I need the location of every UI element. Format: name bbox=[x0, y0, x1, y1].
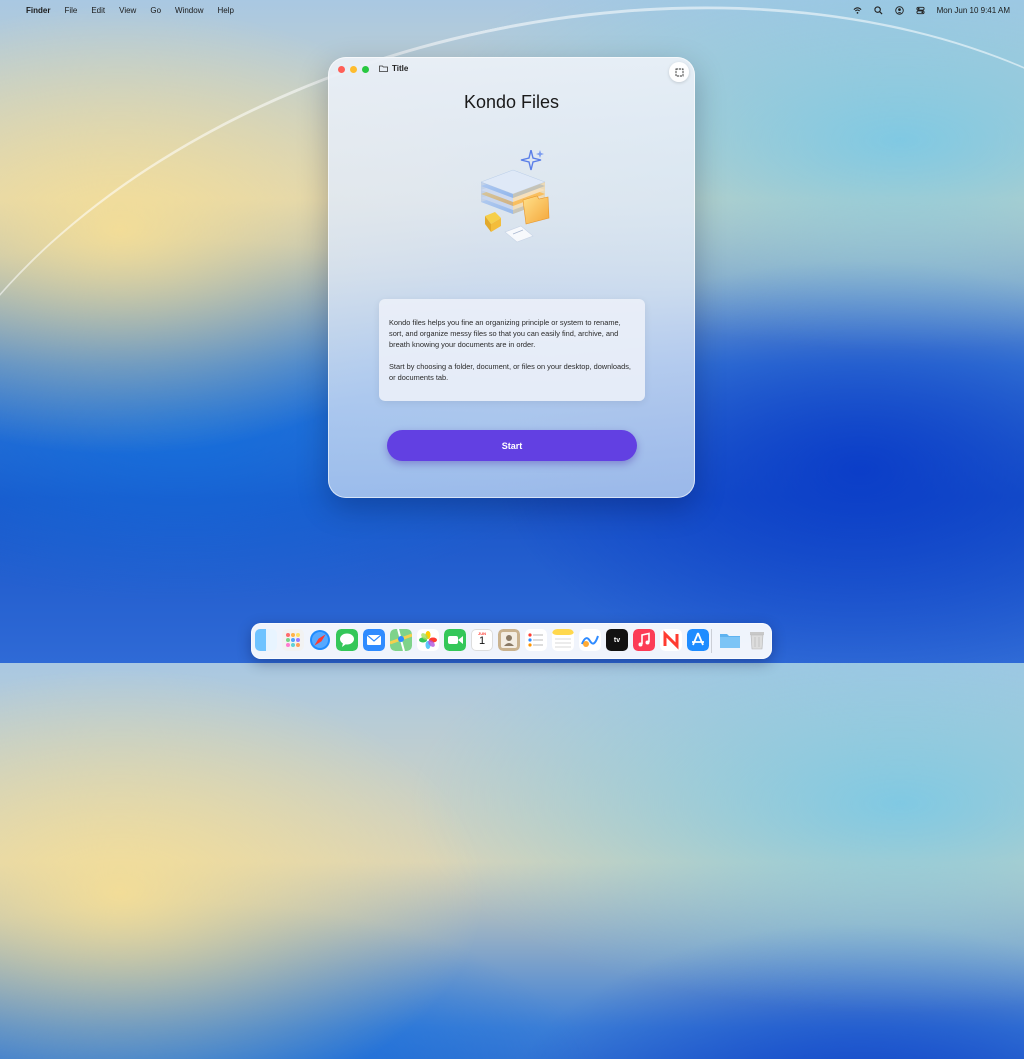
description-paragraph-2: Start by choosing a folder, document, or… bbox=[389, 362, 631, 382]
dock-app-store-icon[interactable] bbox=[687, 629, 709, 651]
dock-messages-icon[interactable] bbox=[336, 629, 358, 651]
dock-launchpad-icon[interactable] bbox=[282, 629, 304, 651]
description-card: Kondo files helps you fine an organizing… bbox=[379, 299, 645, 401]
window-controls bbox=[338, 66, 369, 73]
folder-icon bbox=[379, 65, 388, 72]
dock-safari-icon[interactable] bbox=[309, 629, 331, 651]
menu-edit[interactable]: Edit bbox=[91, 6, 105, 15]
menubar-datetime[interactable]: Mon Jun 10 9:41 AM bbox=[937, 6, 1010, 15]
dock-contacts-icon[interactable] bbox=[498, 629, 520, 651]
dock-notes-icon[interactable] bbox=[552, 629, 574, 651]
start-button[interactable]: Start bbox=[387, 430, 637, 461]
kondo-files-window: Title Kondo Files Kondo files helps you … bbox=[328, 57, 695, 498]
dock-news-icon[interactable] bbox=[660, 629, 682, 651]
menu-go[interactable]: Go bbox=[150, 6, 161, 15]
close-button[interactable] bbox=[338, 66, 345, 73]
menu-window[interactable]: Window bbox=[175, 6, 203, 15]
menu-file[interactable]: File bbox=[64, 6, 77, 15]
menu-help[interactable]: Help bbox=[217, 6, 233, 15]
dock-facetime-icon[interactable] bbox=[444, 629, 466, 651]
user-icon[interactable] bbox=[894, 6, 904, 15]
files-stack-illustration bbox=[480, 150, 550, 243]
tv-label: tv bbox=[613, 636, 621, 644]
calendar-day-label: 1 bbox=[478, 635, 486, 647]
dock-trash-icon[interactable] bbox=[746, 629, 768, 651]
spotlight-icon[interactable] bbox=[873, 6, 883, 15]
fullscreen-button[interactable] bbox=[669, 62, 689, 82]
window-title-text: Title bbox=[392, 64, 409, 73]
zoom-button[interactable] bbox=[362, 66, 369, 73]
dock: JUN 1 tv bbox=[251, 623, 772, 659]
minimize-button[interactable] bbox=[350, 66, 357, 73]
fullscreen-icon bbox=[675, 68, 683, 76]
description-paragraph-1: Kondo files helps you fine an organizing… bbox=[389, 318, 621, 349]
menu-view[interactable]: View bbox=[119, 6, 136, 15]
dock-downloads-folder-icon[interactable] bbox=[719, 629, 741, 651]
dock-separator bbox=[711, 629, 712, 653]
dock-music-icon[interactable] bbox=[633, 629, 655, 651]
app-headline: Kondo Files bbox=[463, 92, 560, 112]
dock-freeform-icon[interactable] bbox=[579, 629, 601, 651]
wifi-icon[interactable] bbox=[853, 6, 862, 15]
menu-bar: Finder File Edit View Go Window Help Mon… bbox=[0, 0, 1024, 21]
dock-finder-icon[interactable] bbox=[255, 629, 277, 651]
dock-calendar-icon[interactable]: JUN 1 bbox=[471, 629, 493, 651]
dock-reminders-icon[interactable] bbox=[525, 629, 547, 651]
window-title: Title bbox=[379, 64, 408, 73]
dock-maps-icon[interactable] bbox=[390, 629, 412, 651]
dock-mail-icon[interactable] bbox=[363, 629, 385, 651]
dock-photos-icon[interactable] bbox=[417, 629, 439, 651]
dock-tv-icon[interactable]: tv bbox=[606, 629, 628, 651]
control-center-icon[interactable] bbox=[916, 6, 925, 15]
menu-finder[interactable]: Finder bbox=[26, 6, 50, 15]
